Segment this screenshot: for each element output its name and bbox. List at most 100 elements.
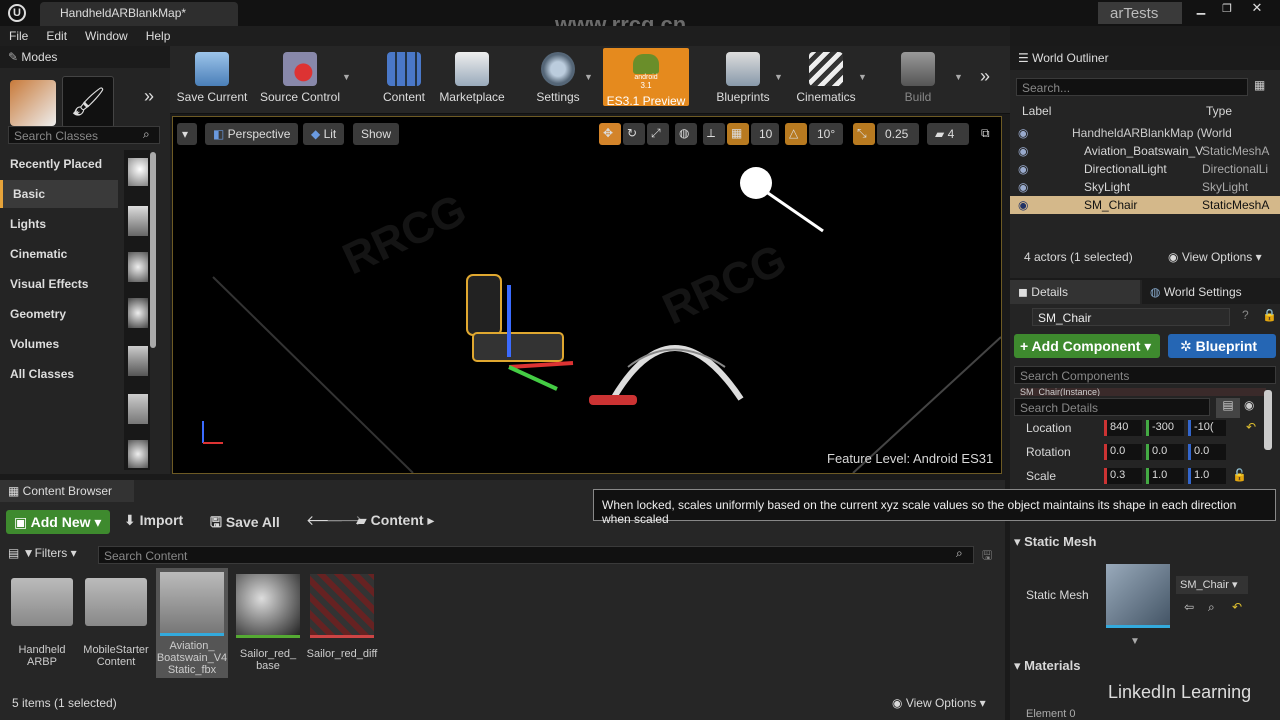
build-button[interactable]: Build	[892, 46, 944, 108]
source-control-button[interactable]: Source Control	[256, 46, 344, 108]
save-all-button[interactable]: 🖫 Save All	[210, 512, 280, 536]
content-view-options[interactable]: ◉ View Options ▾	[892, 696, 986, 710]
blueprints-dropdown-icon[interactable]: ▼	[774, 72, 783, 82]
level-tab[interactable]: HandheldARBlankMap*	[40, 2, 238, 26]
scale-lock-icon[interactable]: 🔓	[1232, 468, 1247, 482]
category-basic[interactable]: Basic	[0, 180, 118, 208]
save-search-icon[interactable]: 🖫	[982, 546, 992, 567]
category-volumes[interactable]: Volumes	[0, 330, 118, 358]
visibility-eye-icon[interactable]: ◉	[1018, 162, 1028, 176]
scale-y-field[interactable]: 1.0	[1146, 468, 1184, 484]
level-viewport[interactable]: ▾ ◧ Perspective ◆ Lit Show ✥ ↻ ⤢ ◍ ⟂ ▦ 1…	[172, 116, 1002, 474]
reset-location-icon[interactable]: ↶	[1246, 420, 1256, 434]
cinematics-dropdown-icon[interactable]: ▼	[858, 72, 867, 82]
static-mesh-section[interactable]: ▾ Static Mesh	[1014, 534, 1280, 554]
location-label[interactable]: Location	[1026, 421, 1071, 435]
search-details-input[interactable]: Search Details	[1014, 398, 1210, 416]
component-instance-row[interactable]: SM_Chair(Instance)	[1020, 388, 1266, 396]
unreal-logo-icon[interactable]: U	[8, 4, 26, 22]
blueprint-button[interactable]: ✲ Blueprint	[1168, 334, 1276, 358]
asset-sailor-red-diff[interactable]: Sailor_red_diff	[306, 570, 378, 660]
outliner-row[interactable]: ◉ Aviation_Boatswain_V StaticMeshA	[1010, 142, 1280, 160]
maximize-icon[interactable]: ❐	[1216, 2, 1238, 16]
minimize-icon[interactable]: ▁	[1190, 2, 1212, 16]
column-type[interactable]: Type	[1206, 104, 1276, 118]
build-dropdown-icon[interactable]: ▼	[954, 72, 963, 82]
details-scrollbar[interactable]	[1264, 390, 1272, 450]
expand-arrow-icon[interactable]: ▼	[1130, 636, 1140, 647]
menu-window[interactable]: Window	[76, 26, 137, 46]
rotation-y-field[interactable]: 0.0	[1146, 444, 1184, 460]
category-geometry[interactable]: Geometry	[0, 300, 118, 328]
visibility-eye-icon[interactable]: ◉	[1018, 144, 1028, 158]
rotation-x-field[interactable]: 0.0	[1104, 444, 1142, 460]
menu-file[interactable]: File	[0, 26, 37, 46]
search-components-input[interactable]: Search Components	[1014, 366, 1276, 384]
asset-sailor-red-base[interactable]: Sailor_red_ base	[232, 570, 304, 672]
scale-x-field[interactable]: 0.3	[1104, 468, 1142, 484]
help-icon[interactable]: ?	[1242, 308, 1249, 322]
scale-z-field[interactable]: 1.0	[1188, 468, 1226, 484]
filters-button[interactable]: ▤ ▼Filters ▾	[8, 546, 77, 560]
menu-help[interactable]: Help	[137, 26, 180, 46]
column-label[interactable]: Label	[1022, 104, 1202, 118]
category-lights[interactable]: Lights	[0, 210, 118, 238]
modes-scrollbar[interactable]	[150, 152, 156, 348]
class-thumb-3[interactable]	[128, 252, 148, 282]
asset-aviation-boatswain-selected[interactable]: Aviation_ Boatswain_V4 Static_fbx	[156, 568, 228, 678]
settings-button[interactable]: Settings	[530, 46, 586, 108]
menu-edit[interactable]: Edit	[37, 26, 76, 46]
add-new-button[interactable]: ▣ Add New ▾	[6, 510, 110, 534]
outliner-row-selected[interactable]: ◉ SM_Chair StaticMeshA	[1010, 196, 1280, 214]
use-selected-icon[interactable]: ⇦	[1184, 600, 1194, 614]
class-thumb-1[interactable]	[128, 158, 148, 186]
settings-dropdown-icon[interactable]: ▼	[584, 72, 593, 82]
close-icon[interactable]: ✕	[1244, 0, 1270, 16]
rotation-z-field[interactable]: 0.0	[1188, 444, 1226, 460]
visibility-eye-icon[interactable]: ◉	[1018, 126, 1028, 140]
materials-section[interactable]: ▾ Materials	[1014, 658, 1280, 678]
details-tab[interactable]: ◼ Details	[1010, 280, 1140, 304]
outliner-view-options[interactable]: ◉ View Options ▾	[1168, 250, 1262, 264]
search-classes-input[interactable]: Search Classes	[8, 126, 160, 144]
content-button[interactable]: Content	[378, 46, 430, 108]
class-thumb-2[interactable]	[128, 206, 148, 236]
blueprints-button[interactable]: Blueprints	[710, 46, 776, 108]
class-thumb-5[interactable]	[128, 346, 148, 376]
property-matrix-icon[interactable]: ▤	[1216, 398, 1240, 418]
location-y-field[interactable]: -300	[1146, 420, 1184, 436]
scale-label[interactable]: Scale	[1026, 469, 1056, 483]
static-mesh-thumbnail[interactable]	[1106, 564, 1170, 628]
category-cinematic[interactable]: Cinematic	[0, 240, 118, 268]
visibility-eye-icon[interactable]: ◉	[1018, 198, 1028, 212]
static-mesh-dropdown[interactable]: SM_Chair ▾	[1176, 576, 1248, 594]
import-button[interactable]: ⬇ Import	[124, 512, 183, 529]
search-content-input[interactable]: Search Content	[98, 546, 974, 564]
source-control-dropdown-icon[interactable]: ▼	[342, 72, 351, 82]
view-options-eye-icon[interactable]: ◉	[1244, 398, 1254, 412]
asset-folder-handheld[interactable]: Handheld ARBP	[6, 570, 78, 668]
paint-mode-icon[interactable]: 🖌	[62, 76, 114, 128]
actor-name-field[interactable]: SM_Chair	[1032, 308, 1230, 326]
rotation-label[interactable]: Rotation	[1026, 445, 1071, 459]
visibility-eye-icon[interactable]: ◉	[1018, 180, 1028, 194]
outliner-row[interactable]: ◉ HandheldARBlankMap (World	[1010, 124, 1280, 142]
path-content[interactable]: ▰ Content ▸	[356, 512, 434, 529]
place-mode-icon[interactable]	[10, 80, 56, 126]
category-all-classes[interactable]: All Classes	[0, 360, 118, 388]
category-visual-effects[interactable]: Visual Effects	[0, 270, 118, 298]
asset-folder-mobilestarter[interactable]: MobileStarter Content	[80, 570, 152, 668]
outliner-search-input[interactable]: Search...	[1016, 78, 1248, 96]
outliner-row[interactable]: ◉ DirectionalLight DirectionalLi	[1010, 160, 1280, 178]
class-thumb-4[interactable]	[128, 298, 148, 328]
expand-modes-icon[interactable]: »	[144, 86, 154, 107]
cinematics-button[interactable]: Cinematics	[790, 46, 862, 108]
browse-icon[interactable]: ⌕	[1208, 600, 1215, 615]
toolbar-overflow-icon[interactable]: »	[980, 66, 990, 87]
class-thumb-6[interactable]	[128, 394, 148, 424]
es31-preview-button[interactable]: android 3.1 ES3.1 Preview	[603, 48, 689, 108]
content-browser-tab[interactable]: ▦ Content Browser	[0, 480, 134, 502]
marketplace-button[interactable]: Marketplace	[436, 46, 508, 108]
location-z-field[interactable]: -10(	[1188, 420, 1226, 436]
class-thumb-7[interactable]	[128, 440, 148, 468]
